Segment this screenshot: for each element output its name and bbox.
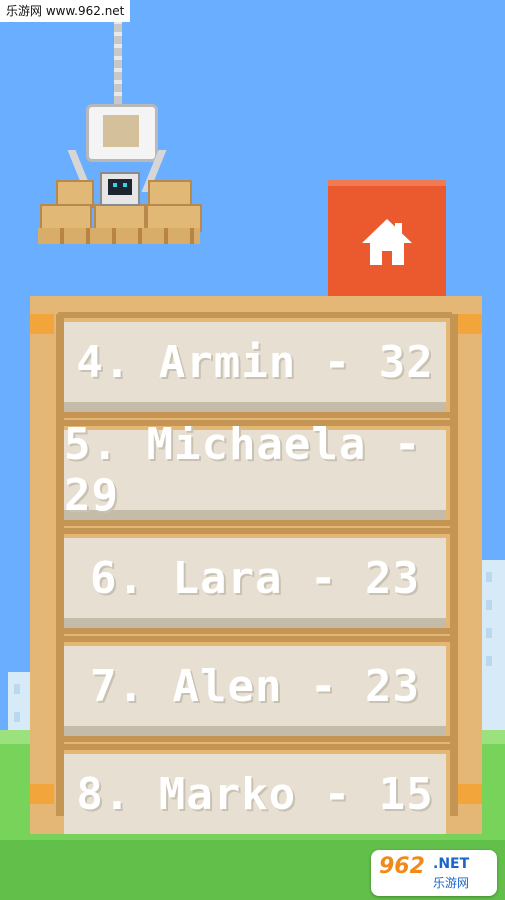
watermark-cn: 乐游网 [433, 876, 470, 890]
leaderboard-list[interactable]: 4. Armin - 32 5. Michaela - 29 6. Lara -… [58, 312, 452, 834]
leaderboard-row: 7. Alen - 23 [58, 636, 452, 742]
crate-corner [30, 784, 54, 804]
crate-corner [458, 784, 482, 804]
home-button[interactable] [328, 180, 446, 298]
leaderboard-row: 4. Armin - 32 [58, 312, 452, 418]
leaderboard-row: 8. Marko - 15 [58, 744, 452, 834]
leaderboard-panel: 4. Armin - 32 5. Michaela - 29 6. Lara -… [30, 296, 482, 834]
house-icon [362, 219, 412, 265]
cargo-pallet [38, 228, 200, 244]
crate-corner [458, 314, 482, 334]
robot-character [100, 172, 140, 206]
crate-corner [30, 314, 54, 334]
watermark-brand: 962 [379, 854, 425, 879]
watermark-logo: 962 .NET 乐游网 [371, 850, 497, 896]
leaderboard-row: 6. Lara - 23 [58, 528, 452, 634]
leaderboard-row: 5. Michaela - 29 [58, 419, 452, 526]
watermark-top: 乐游网 www.962.net [0, 0, 131, 22]
crane-hook [86, 104, 158, 162]
watermark-domain: .NET [433, 856, 470, 872]
background-building-right [480, 560, 505, 740]
